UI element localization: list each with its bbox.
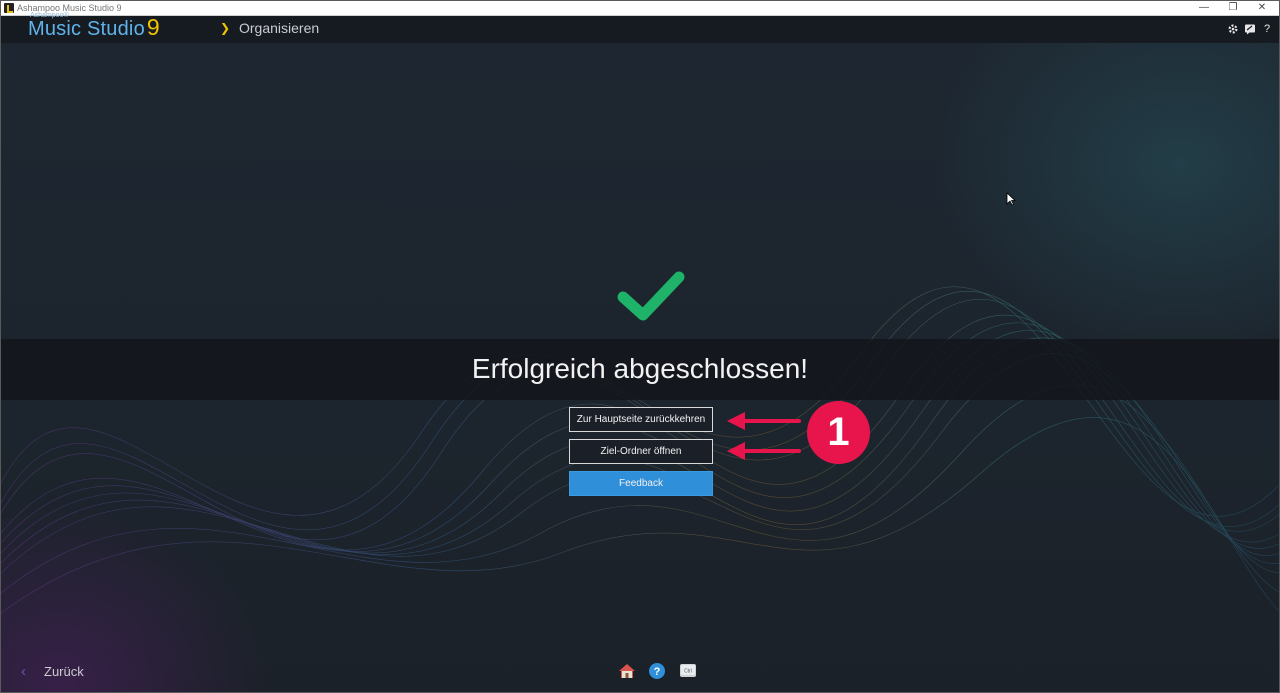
home-icon[interactable]: [618, 662, 636, 680]
brand-version: 9: [146, 14, 160, 40]
gear-icon[interactable]: [1227, 23, 1239, 35]
brand-name: Music Studio: [28, 18, 145, 40]
ctrl-key-label: Ctrl: [684, 669, 692, 675]
minimize-button[interactable]: —: [1191, 1, 1217, 15]
open-target-folder-button[interactable]: Ziel-Ordner öffnen: [569, 439, 713, 464]
mouse-cursor-icon: [1006, 192, 1016, 206]
feedback-button[interactable]: Feedback: [569, 471, 713, 496]
annotation-badge: 1: [807, 401, 870, 464]
svg-text:?: ?: [654, 666, 661, 678]
app-window: Ashampoo Music Studio 9 — ❐ ✕ Ashampoo® …: [0, 0, 1280, 693]
brand-logo: Music Studio9: [28, 15, 160, 41]
keyboard-ctrl-icon[interactable]: Ctrl: [679, 662, 697, 680]
status-message: Erfolgreich abgeschlossen!: [471, 353, 809, 384]
maximize-button[interactable]: ❐: [1220, 1, 1246, 15]
chat-icon[interactable]: [1244, 23, 1256, 35]
checkmark-icon: [617, 271, 685, 321]
close-button[interactable]: ✕: [1249, 1, 1275, 15]
app-icon: [4, 3, 14, 13]
help-icon[interactable]: ?: [1261, 23, 1273, 35]
back-chevron-icon[interactable]: ‹: [21, 663, 26, 681]
breadcrumb-chevron-icon: ❯: [220, 21, 231, 35]
help-circle-icon[interactable]: ?: [648, 662, 666, 680]
window-titlebar[interactable]: Ashampoo Music Studio 9 — ❐ ✕: [1, 1, 1279, 16]
breadcrumb[interactable]: Organisieren: [239, 19, 319, 37]
status-banner: Erfolgreich abgeschlossen!: [1, 339, 1279, 400]
app-header: [1, 16, 1279, 43]
back-button[interactable]: Zurück: [44, 664, 84, 680]
return-home-button[interactable]: Zur Hauptseite zurückkehren: [569, 407, 713, 432]
